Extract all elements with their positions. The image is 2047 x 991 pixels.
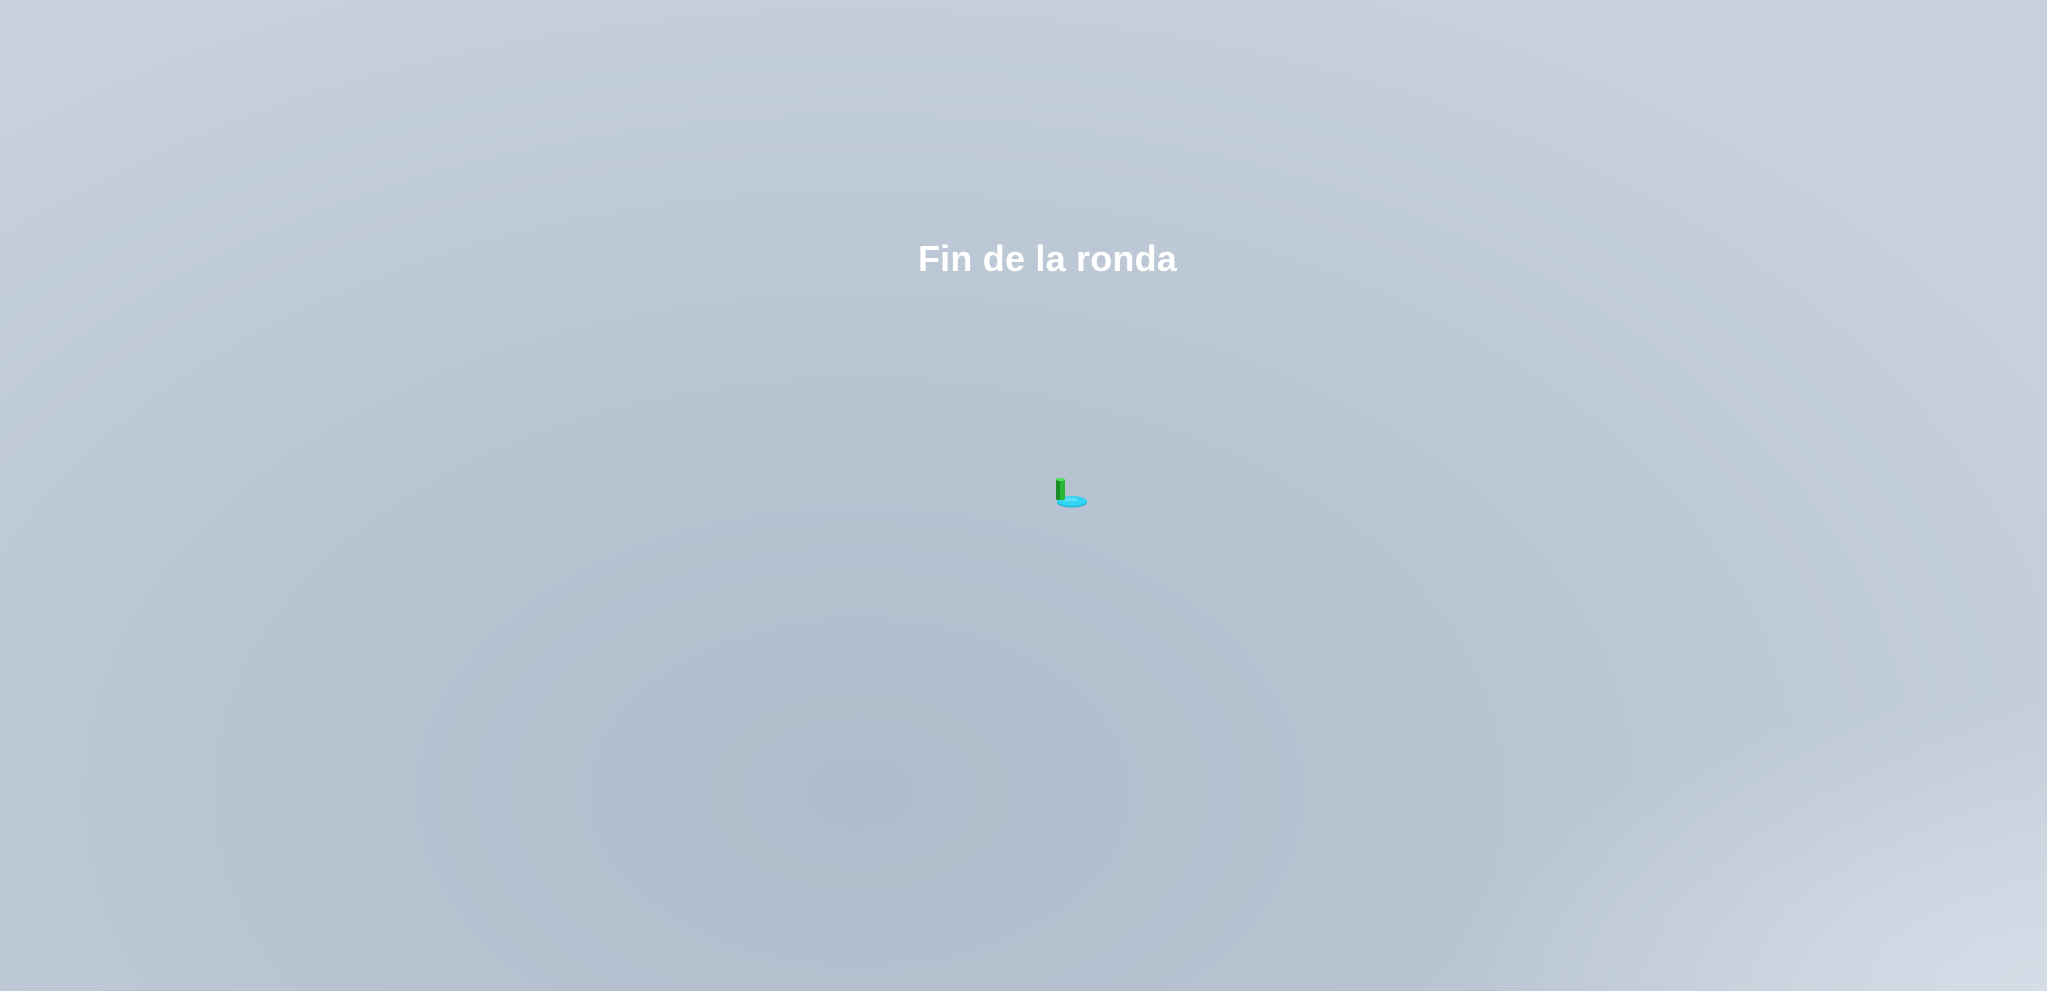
round-end-message: Fin de la ronda	[917, 238, 1178, 279]
player-body-side	[1056, 479, 1060, 500]
player-body-top	[1056, 477, 1065, 482]
corner-light	[1447, 691, 2047, 991]
player-figure-icon	[1056, 477, 1087, 508]
game-viewport: Fin de la ronda	[0, 0, 2047, 991]
